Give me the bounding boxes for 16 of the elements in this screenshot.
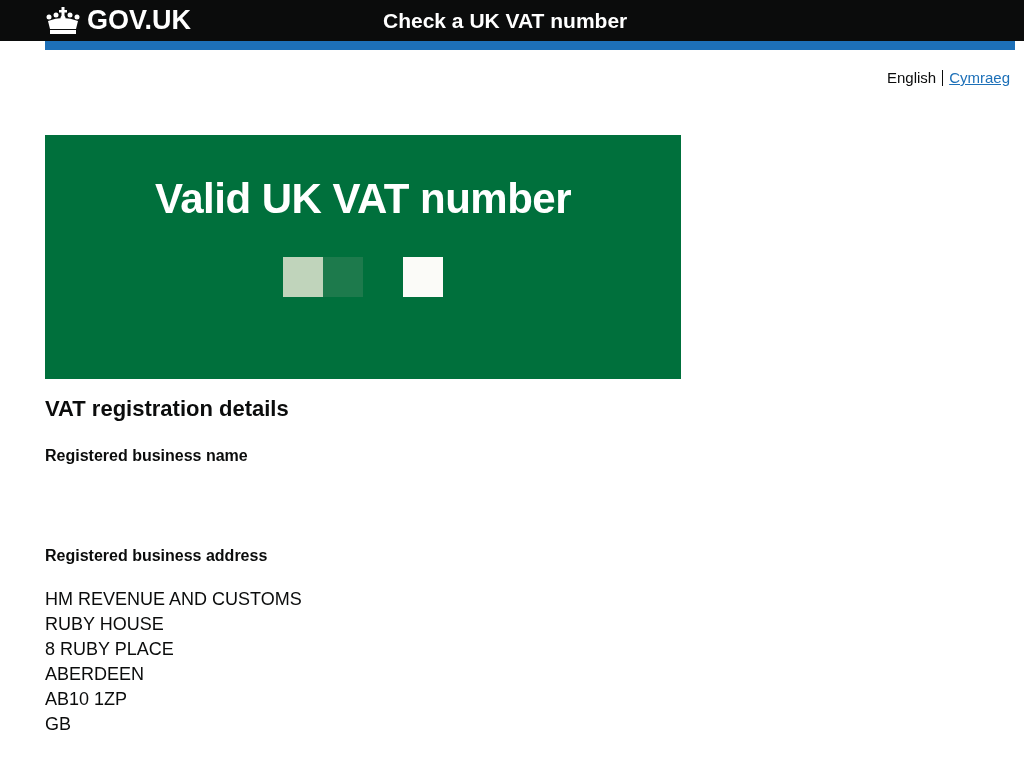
crown-icon — [45, 6, 81, 35]
field-label: Registered business address — [45, 547, 269, 565]
section-heading: VAT registration details — [45, 396, 290, 422]
logo-text: GOV.UK — [87, 5, 192, 36]
service-name: Check a UK VAT number — [383, 8, 628, 33]
govuk-logo-link[interactable]: GOV.UK — [45, 5, 383, 36]
address-line: RUBY HOUSE — [45, 613, 165, 636]
address-line: AB10 1ZP — [45, 688, 129, 711]
address-line: HM REVENUE AND CUSTOMS — [45, 588, 303, 611]
address-line: GB — [45, 713, 72, 736]
language-current: English — [886, 69, 937, 86]
language-link[interactable]: Cymraeg — [949, 69, 1010, 86]
field-label: Registered business name — [45, 447, 249, 465]
panel-title: Valid UK VAT number — [155, 175, 571, 223]
address-line: ABERDEEN — [45, 663, 146, 686]
address-line: 8 RUBY PLACE — [45, 638, 175, 661]
